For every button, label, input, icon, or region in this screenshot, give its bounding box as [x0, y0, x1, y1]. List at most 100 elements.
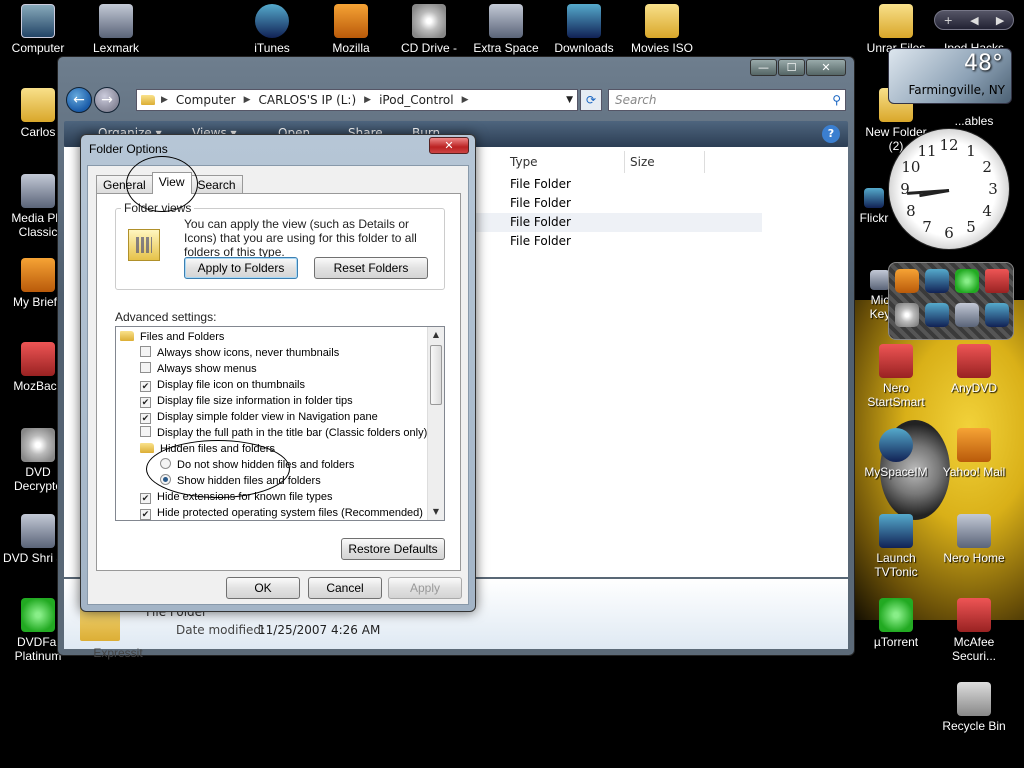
- firefox-icon[interactable]: [895, 269, 919, 293]
- checkbox-checked-icon[interactable]: ✔: [140, 509, 151, 520]
- minimize-button[interactable]: —: [750, 59, 777, 76]
- setting-row-8[interactable]: Do not show hidden files and folders: [160, 457, 354, 473]
- desktop-icon-downloads[interactable]: Downloads: [546, 4, 622, 55]
- setting-row-3[interactable]: ✔ Display file icon on thumbnails: [140, 377, 305, 393]
- desktop-icon-recycle-bin[interactable]: Recycle Bin: [936, 682, 1012, 733]
- firefox-icon: [334, 4, 368, 38]
- gadget-sidebar-controls[interactable]: + ◀ ▶: [934, 10, 1014, 30]
- table-row[interactable]: AM File Folder: [444, 194, 704, 213]
- setting-row-9[interactable]: Show hidden files and folders: [160, 473, 321, 489]
- search-icon[interactable]: ⚲: [832, 90, 841, 110]
- desktop-icon-expressit[interactable]: Expressit: [80, 646, 156, 660]
- checkbox-checked-icon[interactable]: ✔: [140, 397, 151, 408]
- desktop-icon-itunes[interactable]: iTunes: [234, 4, 310, 55]
- forward-button[interactable]: →: [94, 87, 120, 113]
- next-icon[interactable]: ▶: [996, 14, 1004, 27]
- checkbox-unchecked-icon[interactable]: [140, 346, 151, 357]
- utorrent-icon[interactable]: [955, 269, 979, 293]
- dialog-close-button[interactable]: ✕: [429, 137, 469, 154]
- desktop-icon-tables[interactable]: ...ables: [936, 114, 1012, 128]
- table-row[interactable]: AM File Folder: [444, 175, 704, 194]
- table-row[interactable]: AM File Folder: [444, 213, 762, 232]
- tab-search[interactable]: Search: [190, 175, 243, 194]
- checkbox-checked-icon[interactable]: ✔: [140, 493, 151, 504]
- tab-general[interactable]: General: [96, 175, 153, 194]
- setting-row-11[interactable]: ✔ Hide protected operating system files (…: [140, 505, 423, 520]
- cancel-button[interactable]: Cancel: [308, 577, 382, 599]
- reset-folders-button[interactable]: Reset Folders: [314, 257, 428, 279]
- radio-unselected-icon[interactable]: [160, 458, 171, 469]
- scroll-up-icon[interactable]: ▲: [428, 327, 444, 343]
- pdf-icon[interactable]: [985, 269, 1009, 293]
- vertical-scrollbar[interactable]: ▲ ▼: [427, 327, 444, 520]
- help-icon[interactable]: ?: [822, 125, 840, 143]
- lexmark-icon: [99, 4, 133, 38]
- desktop-icon-mcafee[interactable]: McAfee Securi...: [936, 598, 1012, 663]
- scroll-down-icon[interactable]: ▼: [428, 504, 444, 520]
- setting-row-2[interactable]: Always show menus: [140, 361, 257, 377]
- recycle-bin-icon: [957, 682, 991, 716]
- desktop-icon-computer[interactable]: Computer: [0, 4, 76, 55]
- checkbox-unchecked-icon[interactable]: [140, 362, 151, 373]
- advanced-settings-list[interactable]: ▲ ▼ Files and Folders Always show icons, …: [115, 326, 445, 521]
- desktop-icon-nero-startsmart[interactable]: Nero StartSmart: [858, 344, 934, 409]
- setting-row-6[interactable]: Display the full path in the title bar (…: [140, 425, 427, 441]
- desktop-icon-label: iTunes: [254, 41, 290, 55]
- setting-label: Hide extensions for known file types: [157, 491, 333, 503]
- checkbox-checked-icon[interactable]: ✔: [140, 413, 151, 424]
- maximize-button[interactable]: ☐: [778, 59, 805, 76]
- desktop-icon-cd-drive[interactable]: CD Drive -: [391, 4, 467, 55]
- desktop-icon-mozilla[interactable]: Mozilla: [313, 4, 389, 55]
- table-row[interactable]: AM File Folder: [444, 232, 704, 251]
- dvd-icon[interactable]: [895, 303, 919, 327]
- desktop-icon-nero-home[interactable]: Nero Home: [936, 514, 1012, 565]
- apply-to-folders-button[interactable]: Apply to Folders: [184, 257, 298, 279]
- previous-icon[interactable]: ◀: [970, 14, 978, 27]
- chevron-down-icon[interactable]: ▼: [566, 95, 573, 105]
- desktop-icon-anydvd[interactable]: AnyDVD: [936, 344, 1012, 395]
- apply-button[interactable]: Apply: [388, 577, 462, 599]
- setting-row-10[interactable]: ✔ Hide extensions for known file types: [140, 489, 332, 505]
- weather-gadget[interactable]: 48° Farmingville, NY: [888, 48, 1012, 104]
- close-button[interactable]: ✕: [806, 59, 846, 76]
- desktop-icon-yahoo-mail[interactable]: Yahoo! Mail: [936, 428, 1012, 479]
- breadcrumb-drive[interactable]: CARLOS'S IP (L:): [259, 93, 357, 107]
- setting-row-4[interactable]: ✔ Display file size information in folder…: [140, 393, 353, 409]
- tab-view[interactable]: View: [151, 172, 192, 194]
- ok-button[interactable]: OK: [226, 577, 300, 599]
- desktop-icon-movies-iso[interactable]: Movies ISO: [624, 4, 700, 55]
- dialog-body: General View Search Folder views You can…: [87, 165, 469, 605]
- setting-row-1[interactable]: Always show icons, never thumbnails: [140, 345, 339, 361]
- monitor-icon[interactable]: [925, 303, 949, 327]
- back-arrow-icon: ←: [73, 92, 85, 108]
- nero-icon: [879, 344, 913, 378]
- search-input[interactable]: Search ⚲: [608, 89, 846, 111]
- breadcrumb-ipod-control[interactable]: iPod_Control: [379, 93, 453, 107]
- address-bar[interactable]: ▶ Computer ▶ CARLOS'S IP (L:) ▶ iPod_Con…: [136, 89, 578, 111]
- back-button[interactable]: ←: [66, 87, 92, 113]
- globe-icon[interactable]: [925, 269, 949, 293]
- media-player-icon: [21, 174, 55, 208]
- setting-label: Display file icon on thumbnails: [157, 379, 305, 391]
- add-gadget-icon[interactable]: +: [944, 14, 953, 27]
- restore-defaults-button[interactable]: Restore Defaults: [341, 538, 445, 560]
- yahoo-mail-icon: [957, 428, 991, 462]
- setting-row-5[interactable]: ✔ Display simple folder view in Navigatio…: [140, 409, 378, 425]
- radio-selected-icon[interactable]: [160, 474, 171, 485]
- refresh-button[interactable]: ⟳: [580, 89, 602, 111]
- breadcrumb-computer[interactable]: Computer: [176, 93, 236, 107]
- desktop-icon-label: McAfee Securi...: [951, 635, 996, 663]
- clock-number: 8: [906, 202, 916, 220]
- column-header-size[interactable]: Size: [625, 151, 705, 173]
- network-icon[interactable]: [985, 303, 1009, 327]
- checkbox-unchecked-icon[interactable]: [140, 426, 151, 437]
- desktop-icon-tvtonic[interactable]: Launch TVTonic: [858, 514, 934, 579]
- desktop-icon-extra-space[interactable]: Extra Space: [468, 4, 544, 55]
- desktop-icon-lexmark[interactable]: Lexmark: [78, 4, 154, 55]
- desktop-icon-utorrent[interactable]: µTorrent: [858, 598, 934, 649]
- scroll-thumb[interactable]: [430, 345, 442, 405]
- checkbox-checked-icon[interactable]: ✔: [140, 381, 151, 392]
- tool-icon[interactable]: [955, 303, 979, 327]
- column-header-type[interactable]: Type: [505, 151, 625, 173]
- desktop-icon-myspaceim[interactable]: MySpaceIM: [858, 428, 934, 479]
